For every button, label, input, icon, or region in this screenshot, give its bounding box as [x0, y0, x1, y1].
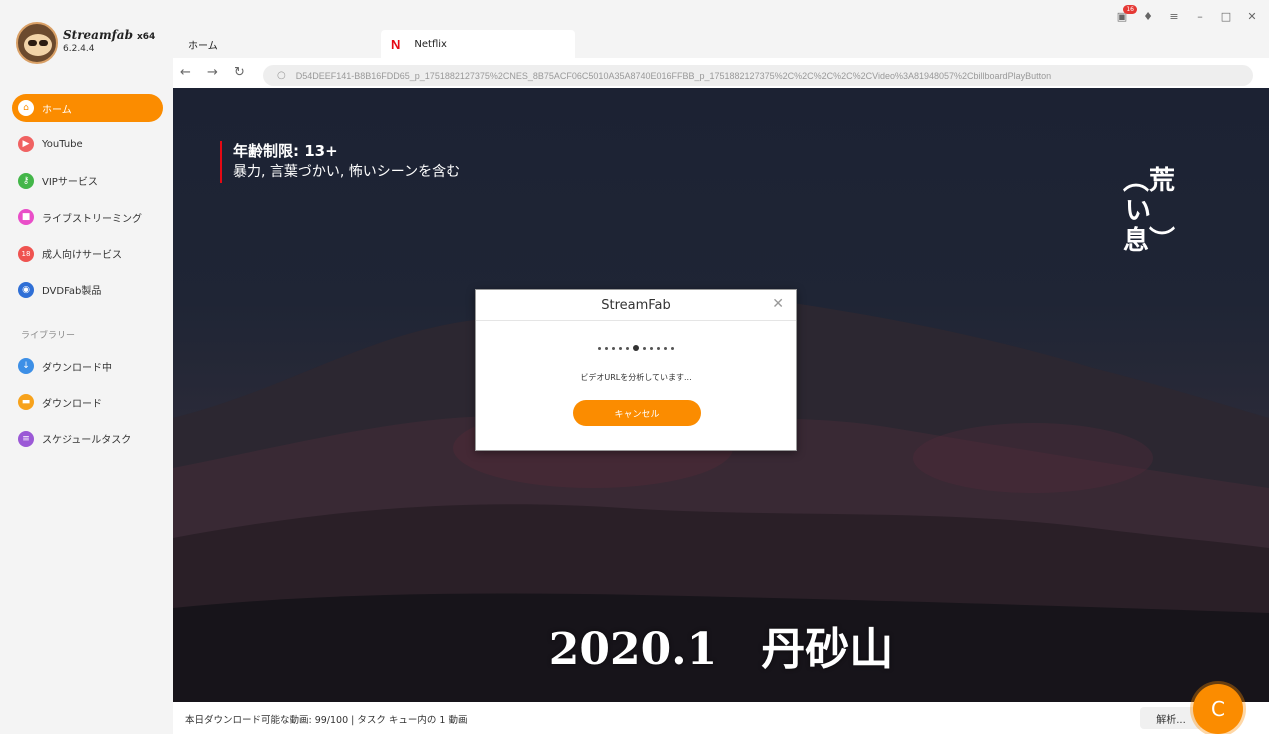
- reload-icon[interactable]: ↻: [234, 65, 245, 80]
- app-name: Streamfab x64: [63, 28, 156, 42]
- refresh-icon: C: [1211, 697, 1225, 721]
- sidebar-item-youtube[interactable]: ▶ YouTube: [12, 130, 163, 158]
- sloth-logo-icon: [16, 22, 58, 64]
- sidebar-item-downloading[interactable]: ↓ ダウンロード中: [12, 352, 163, 380]
- home-icon: ⌂: [18, 100, 34, 116]
- sidebar-item-downloaded[interactable]: ▬ ダウンロード: [12, 388, 163, 416]
- sidebar-nav: ⌂ ホーム ▶ YouTube ⚷ VIPサービス ■ ライブストリーミング 1…: [12, 94, 163, 312]
- app-logo: Streamfab x64 6.2.4.4: [16, 22, 176, 66]
- search-icon: ○: [277, 70, 286, 81]
- analyze-fab-button[interactable]: C: [1193, 684, 1243, 734]
- forward-arrow-icon[interactable]: →: [207, 65, 218, 80]
- close-icon[interactable]: ✕: [772, 296, 784, 312]
- tab-home[interactable]: ホーム: [188, 30, 378, 58]
- window-controls: ▣ 16 ♦ ≡ – □ ✕: [1115, 4, 1259, 26]
- sidebar-item-schedule[interactable]: ≡ スケジュールタスク: [12, 425, 163, 453]
- back-arrow-icon[interactable]: ←: [180, 65, 191, 80]
- tab-label: Netflix: [414, 38, 447, 50]
- camera-icon: ■: [18, 209, 34, 226]
- subtitle-caption: 2020.1 丹砂山: [548, 624, 894, 675]
- sidebar-item-label: 成人向けサービス: [42, 250, 122, 262]
- sidebar-item-label: ホーム: [42, 104, 72, 116]
- close-icon[interactable]: ✕: [1245, 10, 1259, 23]
- status-bar: 本日ダウンロード可能な動画: 99/100 | タスク キュー内の 1 動画 解…: [173, 702, 1269, 734]
- tab-netflix[interactable]: N Netflix: [381, 30, 575, 58]
- menu-icon[interactable]: ≡: [1167, 10, 1181, 23]
- sidebar-item-label: VIPサービス: [42, 177, 98, 189]
- address-bar: ← → ↻ ○ D54DEEF141-B8B16FDD65_p_17518821…: [173, 58, 1269, 88]
- rating-description: 暴力, 言葉づかい, 怖いシーンを含む: [233, 164, 461, 180]
- rating-title: 年齢制限: 13+: [233, 142, 338, 160]
- minimize-icon[interactable]: –: [1193, 10, 1207, 23]
- sidebar-item-adult[interactable]: 18 成人向けサービス: [12, 240, 163, 268]
- sidebar: Streamfab x64 6.2.4.4 ⌂ ホーム ▶ YouTube ⚷ V…: [0, 0, 173, 734]
- folder-icon: ▬: [18, 394, 34, 411]
- subtitle-vertical: ︵荒い息︶: [1123, 166, 1176, 256]
- sidebar-item-label: DVDFab製品: [42, 286, 102, 298]
- dialog-title: StreamFab: [601, 297, 671, 313]
- download-icon: ↓: [18, 358, 34, 374]
- maturity-rating: 年齢制限: 13+ 暴力, 言葉づかい, 怖いシーンを含む: [220, 141, 460, 183]
- schedule-icon: ≡: [18, 430, 34, 447]
- tasks-icon[interactable]: ▣ 16: [1115, 4, 1137, 23]
- sidebar-item-label: ダウンロード: [42, 398, 102, 410]
- library-nav: ↓ ダウンロード中 ▬ ダウンロード ≡ スケジュールタスク: [12, 352, 163, 461]
- dialog-header: StreamFab ✕: [476, 290, 796, 321]
- maximize-icon[interactable]: □: [1219, 10, 1233, 23]
- sidebar-item-dvdfab[interactable]: ◉ DVDFab製品: [12, 276, 163, 304]
- dvdfab-icon: ◉: [18, 281, 34, 298]
- analyze-dialog: StreamFab ✕ ビデオURLを分析しています... キャンセル: [475, 289, 797, 451]
- url-text: D54DEEF141-B8B16FDD65_p_1751882127375%2C…: [295, 70, 1052, 81]
- sidebar-item-live[interactable]: ■ ライブストリーミング: [12, 203, 163, 231]
- download-quota-status: 本日ダウンロード可能な動画: 99/100 | タスク キュー内の 1 動画: [185, 715, 468, 726]
- key-icon: ⚷: [18, 172, 34, 189]
- url-input[interactable]: ○ D54DEEF141-B8B16FDD65_p_1751882127375%…: [263, 65, 1253, 86]
- sidebar-item-label: スケジュールタスク: [42, 435, 132, 447]
- notification-badge: 16: [1123, 4, 1137, 14]
- sidebar-item-vip[interactable]: ⚷ VIPサービス: [12, 167, 163, 195]
- netflix-logo-icon: N: [391, 36, 401, 52]
- browser-tabs: ホーム N Netflix: [173, 30, 1269, 58]
- dialog-message: ビデオURLを分析しています...: [580, 373, 692, 382]
- sidebar-item-home[interactable]: ⌂ ホーム: [12, 94, 163, 122]
- loading-spinner-icon: [476, 345, 796, 351]
- sidebar-item-label: YouTube: [42, 138, 83, 150]
- app-version: 6.2.4.4: [63, 44, 95, 54]
- library-section-label: ライブラリー: [21, 331, 76, 341]
- adult-icon: 18: [18, 245, 34, 262]
- cancel-button[interactable]: キャンセル: [573, 400, 701, 426]
- shirt-icon[interactable]: ♦: [1141, 10, 1155, 23]
- sidebar-item-label: ライブストリーミング: [42, 213, 142, 225]
- sidebar-item-label: ダウンロード中: [42, 362, 112, 374]
- youtube-icon: ▶: [18, 136, 34, 153]
